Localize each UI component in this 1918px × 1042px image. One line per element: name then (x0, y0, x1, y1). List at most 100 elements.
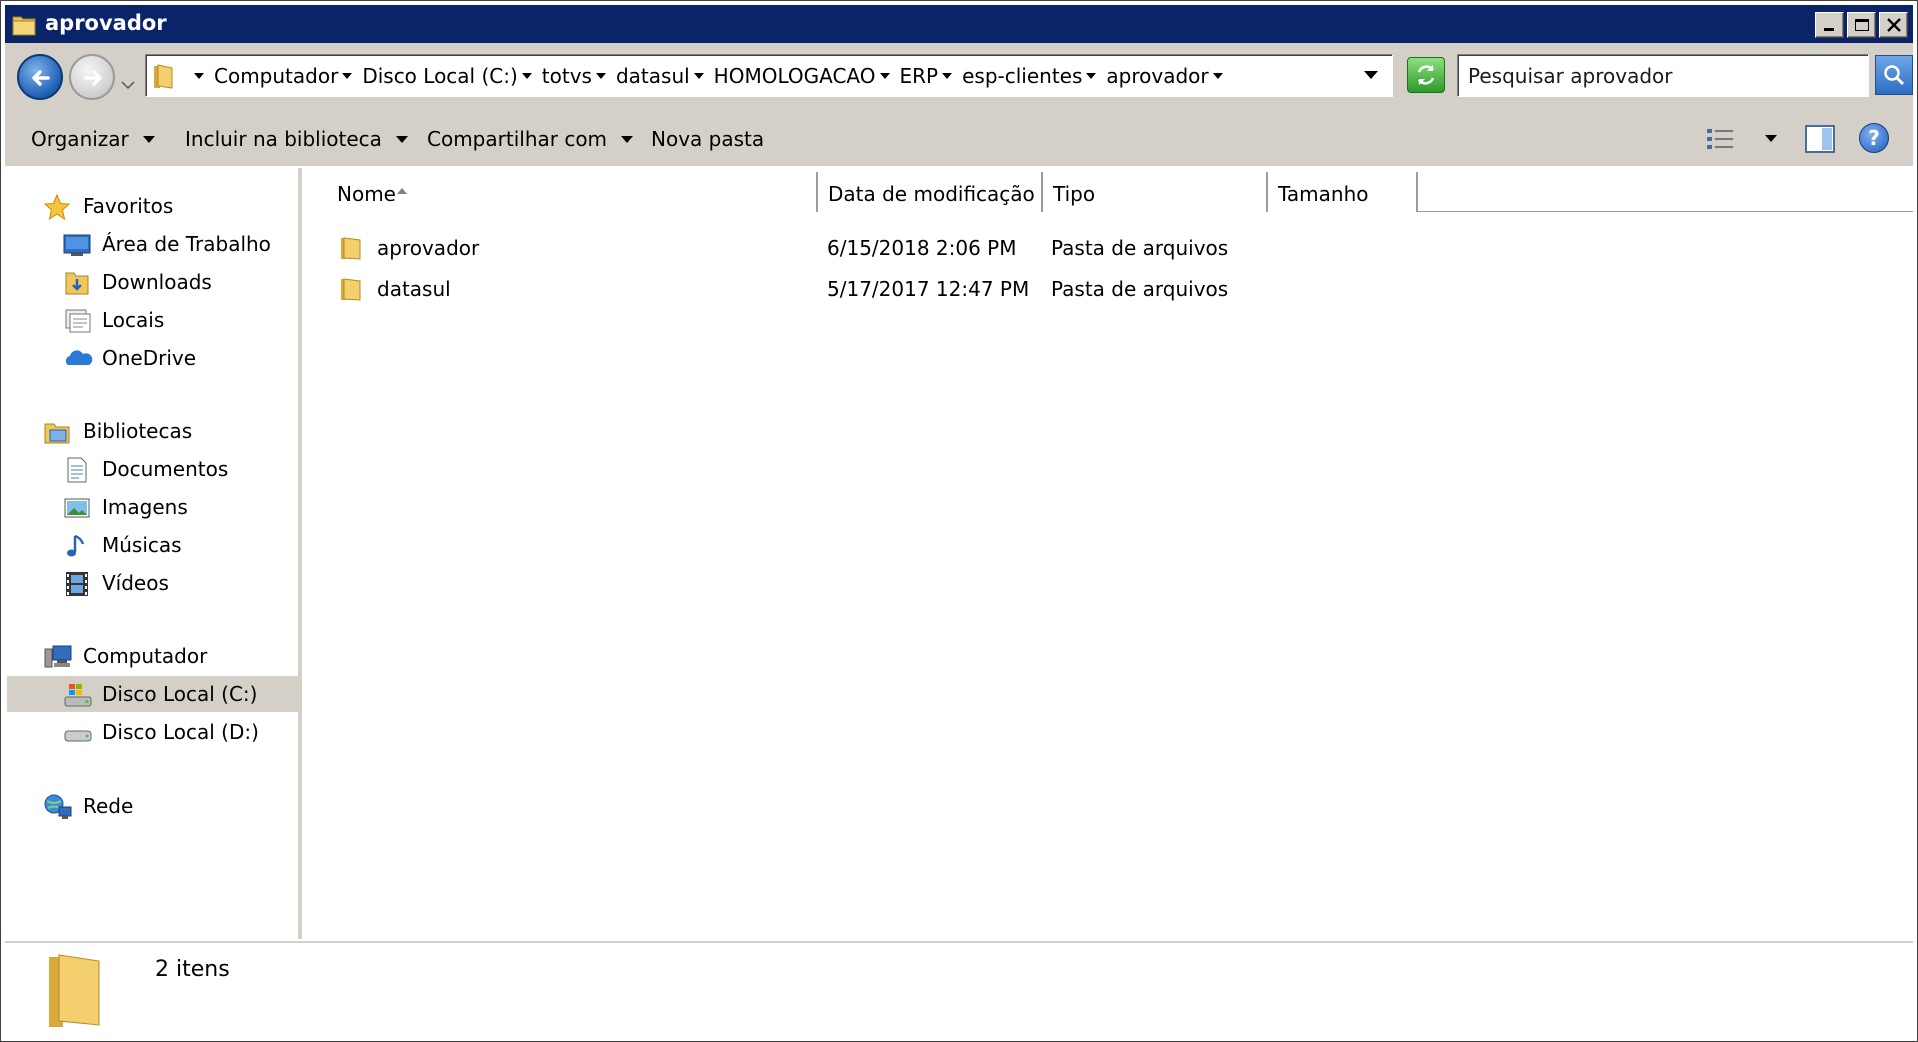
chevron-down-icon[interactable] (879, 72, 890, 79)
sidebar-item-network[interactable]: Rede (7, 788, 302, 824)
pictures-icon (63, 494, 91, 522)
breadcrumb-root-chevron-icon[interactable] (190, 55, 214, 96)
sidebar-item-label: Documentos (102, 457, 229, 481)
sidebar-item-documents[interactable]: Documentos (7, 451, 302, 487)
chevron-down-icon (621, 135, 634, 143)
sidebar-item-pictures[interactable]: Imagens (7, 489, 302, 525)
sidebar-item-local-disk-d[interactable]: Disco Local (D:) (7, 714, 302, 750)
file-name: datasul (377, 277, 451, 301)
column-header-size[interactable]: Tamanho (1268, 172, 1418, 212)
sidebar-item-label: Bibliotecas (83, 419, 193, 443)
star-icon (43, 193, 71, 221)
breadcrumb-item[interactable]: aprovador (1106, 55, 1232, 96)
video-film-icon (63, 570, 91, 598)
file-modified: 6/15/2018 2:06 PM (827, 236, 1017, 260)
sidebar-item-music[interactable]: Músicas (7, 527, 302, 563)
desktop-icon (63, 231, 91, 259)
organize-button[interactable]: Organizar (31, 111, 155, 167)
item-count: 2 itens (155, 957, 230, 982)
preview-pane-icon[interactable] (1805, 125, 1835, 158)
sidebar-item-downloads[interactable]: Downloads (7, 264, 302, 300)
address-history-dropdown-icon[interactable] (1364, 71, 1378, 79)
address-bar[interactable]: Computador Disco Local (C:) totvs datasu… (145, 54, 1393, 97)
folder-icon (339, 276, 365, 307)
documents-icon (63, 456, 91, 484)
column-header-type[interactable]: Tipo (1043, 172, 1268, 212)
back-button[interactable] (17, 54, 63, 100)
navigation-pane: Favoritos Área de Trabalho Downloads Loc… (7, 168, 302, 939)
system-drive-icon (63, 681, 92, 709)
chevron-down-icon[interactable] (342, 72, 353, 79)
sidebar-item-favorites[interactable]: Favoritos (7, 188, 302, 224)
chevron-down-icon[interactable] (1086, 72, 1097, 79)
recent-pages-dropdown-icon[interactable] (120, 71, 136, 95)
refresh-button[interactable] (1407, 57, 1445, 93)
file-type: Pasta de arquivos (1051, 236, 1229, 260)
minimize-button[interactable] (1815, 12, 1844, 38)
include-in-library-button[interactable]: Incluir na biblioteca (185, 111, 408, 167)
chevron-down-icon (395, 135, 408, 143)
table-row[interactable]: datasul 5/17/2017 12:47 PM Pasta de arqu… (307, 269, 1913, 307)
sidebar-item-local-disk-c[interactable]: Disco Local (C:) (7, 676, 302, 712)
search-button[interactable] (1875, 55, 1913, 95)
include-in-library-label: Incluir na biblioteca (185, 127, 382, 151)
help-icon[interactable]: ? (1859, 123, 1889, 153)
music-note-icon (63, 532, 91, 560)
file-type: Pasta de arquivos (1051, 277, 1229, 301)
search-input[interactable] (1468, 63, 1858, 89)
sidebar-item-label: Imagens (102, 495, 188, 519)
title-bar[interactable]: aprovador (5, 5, 1913, 43)
sidebar-item-videos[interactable]: Vídeos (7, 565, 302, 601)
sidebar-item-computer[interactable]: Computador (7, 638, 302, 674)
network-icon (43, 793, 72, 821)
forward-button[interactable] (69, 54, 115, 100)
maximize-button[interactable] (1847, 12, 1876, 38)
breadcrumb-item[interactable]: ERP (900, 55, 963, 96)
view-options-dropdown-icon[interactable] (1765, 135, 1777, 142)
column-header-row: Nome Data de modificação Tipo Tamanho (307, 172, 1913, 212)
chevron-down-icon[interactable] (942, 72, 953, 79)
share-with-button[interactable]: Compartilhar com (427, 111, 634, 167)
new-folder-button[interactable]: Nova pasta (651, 111, 764, 167)
breadcrumb-item[interactable]: totvs (542, 55, 616, 96)
drive-icon (63, 719, 92, 747)
chevron-down-icon[interactable] (595, 72, 606, 79)
sidebar-item-label: Locais (102, 308, 165, 332)
chevron-down-icon[interactable] (521, 72, 532, 79)
sort-ascending-icon (397, 188, 407, 194)
column-header-name[interactable]: Nome (307, 172, 818, 212)
new-folder-label: Nova pasta (651, 127, 765, 151)
file-list: Nome Data de modificação Tipo Tamanho ap… (307, 168, 1913, 939)
column-header-modified[interactable]: Data de modificação (818, 172, 1043, 212)
address-row: Computador Disco Local (C:) totvs datasu… (5, 43, 1913, 111)
organize-label: Organizar (31, 127, 129, 151)
folder-icon (11, 11, 37, 42)
details-pane: 2 itens (5, 941, 1913, 1039)
sidebar-item-label: Disco Local (D:) (102, 720, 259, 744)
sidebar-item-desktop[interactable]: Área de Trabalho (7, 226, 302, 262)
command-bar: Organizar Incluir na biblioteca Comparti… (5, 111, 1913, 167)
breadcrumb-item[interactable]: HOMOLOGACAO (714, 55, 900, 96)
chevron-down-icon[interactable] (1212, 72, 1223, 79)
sidebar-item-libraries[interactable]: Bibliotecas (7, 413, 302, 449)
libraries-icon (43, 418, 71, 446)
sidebar-item-recent-places[interactable]: Locais (7, 302, 302, 338)
close-button[interactable] (1879, 12, 1908, 38)
share-with-label: Compartilhar com (427, 127, 608, 151)
table-row[interactable]: aprovador 6/15/2018 2:06 PM Pasta de arq… (307, 228, 1913, 266)
change-view-icon[interactable] (1705, 127, 1735, 156)
explorer-window: aprovador Computador Disco Local (C:) to… (0, 0, 1918, 1042)
column-label: Tamanho (1278, 182, 1369, 206)
breadcrumb-item[interactable]: Disco Local (C:) (362, 55, 541, 96)
sidebar-item-label: Downloads (102, 270, 212, 294)
search-box[interactable] (1457, 54, 1869, 97)
sidebar-item-onedrive[interactable]: OneDrive (7, 340, 302, 376)
column-label: Tipo (1053, 182, 1096, 206)
breadcrumb-item[interactable]: datasul (616, 55, 714, 96)
sidebar-item-label: Vídeos (102, 571, 169, 595)
onedrive-cloud-icon (63, 345, 93, 373)
file-name: aprovador (377, 236, 480, 260)
chevron-down-icon[interactable] (693, 72, 704, 79)
breadcrumb-item[interactable]: esp-clientes (962, 55, 1106, 96)
breadcrumb-item[interactable]: Computador (214, 55, 362, 96)
